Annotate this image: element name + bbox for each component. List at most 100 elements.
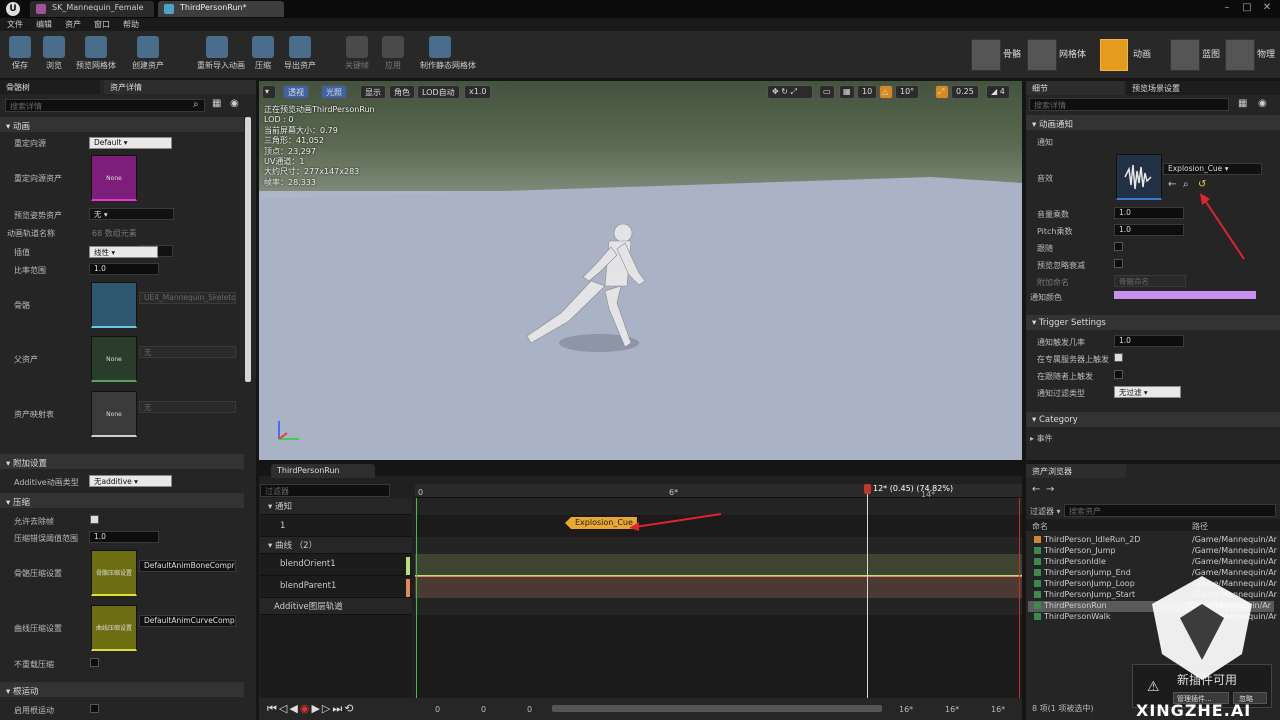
tab-skeleton-tree[interactable]: 骨骼树 bbox=[0, 80, 100, 94]
follower-checkbox[interactable] bbox=[1114, 370, 1123, 379]
maximize-button[interactable]: □ bbox=[1238, 2, 1256, 14]
tab-skeletal-mesh[interactable]: SK_Mannequin_Female bbox=[30, 1, 154, 17]
curve-compress-dropdown[interactable]: DefaultAnimCurveCompre... bbox=[139, 615, 236, 627]
enable-root-motion-checkbox[interactable] bbox=[90, 704, 99, 713]
details-search-input[interactable]: 搜索详情 bbox=[5, 99, 205, 112]
attach-name-input[interactable]: 骨骼命名 bbox=[1114, 275, 1186, 287]
minimize-button[interactable]: – bbox=[1218, 2, 1236, 14]
left-scrollbar[interactable] bbox=[245, 117, 251, 382]
menu-file[interactable]: 文件 bbox=[7, 19, 23, 30]
menu-help[interactable]: 帮助 bbox=[123, 19, 139, 30]
menu-window[interactable]: 窗口 bbox=[94, 19, 110, 30]
list-item[interactable]: ThirdPersonJump_Loop/Game/Mannequin/Ar bbox=[1034, 579, 1277, 590]
list-item[interactable]: ThirdPersonJump_Start/Game/Mannequin/Ar bbox=[1034, 590, 1277, 601]
browse-asset-icon[interactable]: ⌕ bbox=[1183, 179, 1189, 190]
details-search-input-right[interactable]: 搜索详情 bbox=[1029, 98, 1229, 111]
reimport-button[interactable]: 重新导入动画 bbox=[197, 33, 245, 77]
tab-asset-browser[interactable]: 资产浏览器 bbox=[1026, 464, 1126, 478]
list-item[interactable]: ThirdPerson_Jump/Game/Mannequin/Ar bbox=[1034, 546, 1277, 557]
grid-snap-value[interactable]: 10 bbox=[857, 85, 878, 99]
pitch-input[interactable]: 1.0 bbox=[1114, 224, 1184, 236]
track-area[interactable]: 0 6* 12* (0.45) (74.82%) 14* Explosion_C… bbox=[415, 484, 1022, 708]
viewport-menu-button[interactable]: ▾ bbox=[262, 85, 276, 99]
volume-input[interactable]: 1.0 bbox=[1114, 207, 1184, 219]
skeleton-dropdown[interactable]: UE4_Mannequin_Skeleton bbox=[139, 292, 236, 304]
compress-error-input[interactable]: 1.0 bbox=[89, 531, 159, 543]
rotate-snap-value[interactable]: 10° bbox=[895, 85, 920, 99]
section-category[interactable]: ▾ Category bbox=[1026, 412, 1280, 427]
export-asset-button[interactable]: 导出资产 bbox=[280, 33, 320, 77]
section-compression[interactable]: ▾ 压缩 bbox=[0, 493, 244, 508]
grid-snap-button[interactable]: ▦ bbox=[839, 85, 855, 99]
section-animation[interactable]: ▾ 动画 bbox=[0, 117, 244, 132]
timeline-filter-input[interactable]: 过滤器 bbox=[260, 484, 390, 497]
mode-physics-button[interactable] bbox=[1225, 39, 1255, 71]
record-icon[interactable]: ◉ bbox=[300, 702, 312, 715]
close-button[interactable]: ✕ bbox=[1258, 2, 1276, 14]
use-selected-icon[interactable]: ← bbox=[1168, 179, 1176, 190]
scale-snap-value[interactable]: 0.25 bbox=[951, 85, 979, 99]
follow-checkbox[interactable] bbox=[1114, 242, 1123, 251]
lighting-button[interactable]: 光照 bbox=[321, 85, 347, 99]
list-item[interactable]: ThirdPerson_IdleRun_2D/Game/Mannequin/Ar bbox=[1034, 535, 1277, 546]
dedicated-server-checkbox[interactable] bbox=[1114, 353, 1123, 362]
section-root-motion[interactable]: ▾ 根运动 bbox=[0, 682, 244, 697]
eye-icon[interactable]: ◉ bbox=[1258, 98, 1267, 109]
asset-mapping-dropdown[interactable]: 无 bbox=[139, 401, 236, 413]
timeline-scrollbar[interactable] bbox=[552, 705, 882, 712]
grid-view-icon[interactable]: ▦ bbox=[212, 98, 221, 109]
forward-icon[interactable]: → bbox=[1046, 484, 1054, 495]
mode-animation-button[interactable] bbox=[1100, 39, 1128, 71]
notify-color-swatch[interactable] bbox=[1114, 291, 1256, 299]
additive-type-dropdown[interactable]: 无additive ▾ bbox=[89, 475, 172, 487]
grid-view-icon[interactable]: ▦ bbox=[1238, 98, 1247, 109]
allow-remove-checkbox[interactable] bbox=[90, 515, 99, 524]
playhead-handle[interactable] bbox=[864, 484, 872, 494]
preview-ignore-checkbox[interactable] bbox=[1114, 259, 1123, 268]
tab-details[interactable]: 细节 bbox=[1026, 81, 1124, 95]
track-notifies[interactable]: ▾ 通知 bbox=[260, 498, 412, 515]
parent-asset-dropdown[interactable]: 无 bbox=[139, 346, 236, 358]
reset-icon[interactable]: ↺ bbox=[1198, 179, 1206, 190]
browse-button[interactable]: 浏览 bbox=[34, 33, 74, 77]
rotate-snap-button[interactable]: △ bbox=[879, 85, 893, 99]
make-static-mesh-button[interactable]: 制作静态网格体 bbox=[420, 33, 476, 77]
playhead[interactable] bbox=[867, 484, 869, 708]
mode-blueprint-button[interactable] bbox=[1170, 39, 1200, 71]
filter-type-dropdown[interactable]: 无过滤 ▾ bbox=[1114, 386, 1181, 398]
asset-mapping-thumbnail[interactable]: None bbox=[91, 391, 137, 437]
keyframe-button[interactable]: 关键帧 bbox=[337, 33, 377, 77]
tab-asset-details[interactable]: 资产详情 bbox=[104, 80, 256, 94]
section-additive[interactable]: ▾ 附加设置 bbox=[0, 454, 244, 469]
tab-animation[interactable]: ThirdPersonRun* bbox=[158, 1, 284, 17]
preview-pose-dropdown[interactable]: 无 ▾ bbox=[89, 208, 174, 220]
no-recompress-checkbox[interactable] bbox=[90, 658, 99, 667]
tab-timeline[interactable]: ThirdPersonRun bbox=[271, 464, 375, 478]
menu-edit[interactable]: 编辑 bbox=[36, 19, 52, 30]
bone-compress-dropdown[interactable]: DefaultAnimBoneCompre... bbox=[139, 560, 236, 572]
list-item[interactable]: ThirdPersonJump_End/Game/Mannequin/Ar bbox=[1034, 568, 1277, 579]
apply-button[interactable]: 应用 bbox=[373, 33, 413, 77]
character-button[interactable]: 角色 bbox=[389, 85, 415, 99]
list-item[interactable]: ThirdPersonWalk/Game/Mannequin/Ar bbox=[1034, 612, 1277, 623]
rate-scale-input[interactable]: 1.0 bbox=[89, 263, 159, 275]
surface-snap-button[interactable]: ▭ bbox=[819, 85, 835, 99]
scale-snap-button[interactable]: ⤢ bbox=[935, 85, 949, 99]
transform-tools[interactable]: ✥ ↻ ⤢ bbox=[767, 85, 813, 99]
bone-compress-thumbnail[interactable]: 骨骼压缩设置 bbox=[91, 550, 137, 596]
asset-search-input[interactable]: 搜索资产 bbox=[1064, 504, 1276, 517]
interp-dropdown[interactable]: 线性 ▾ bbox=[89, 246, 158, 258]
curve-compress-thumbnail[interactable]: 曲线压缩设置 bbox=[91, 605, 137, 651]
skeleton-thumbnail[interactable] bbox=[91, 282, 137, 328]
retarget-asset-thumbnail[interactable]: None bbox=[91, 155, 137, 201]
track-curves[interactable]: ▾ 曲线 （2） bbox=[260, 537, 412, 554]
preview-mesh-button[interactable]: 预览网格体 bbox=[76, 33, 116, 77]
perspective-button[interactable]: 透视 bbox=[283, 85, 309, 99]
trigger-chance-input[interactable]: 1.0 bbox=[1114, 335, 1184, 347]
parent-asset-thumbnail[interactable]: None bbox=[91, 336, 137, 382]
mode-mesh-button[interactable] bbox=[1027, 39, 1057, 71]
tab-preview-scene[interactable]: 预览场景设置 bbox=[1126, 81, 1280, 95]
camera-speed-button[interactable]: ◢ 4 bbox=[986, 85, 1010, 99]
list-item[interactable]: ThirdPersonIdle/Game/Mannequin/Ar bbox=[1034, 557, 1277, 568]
transport-controls[interactable]: ⏮◁◀◉▶▷⏭⟲ bbox=[267, 702, 355, 716]
